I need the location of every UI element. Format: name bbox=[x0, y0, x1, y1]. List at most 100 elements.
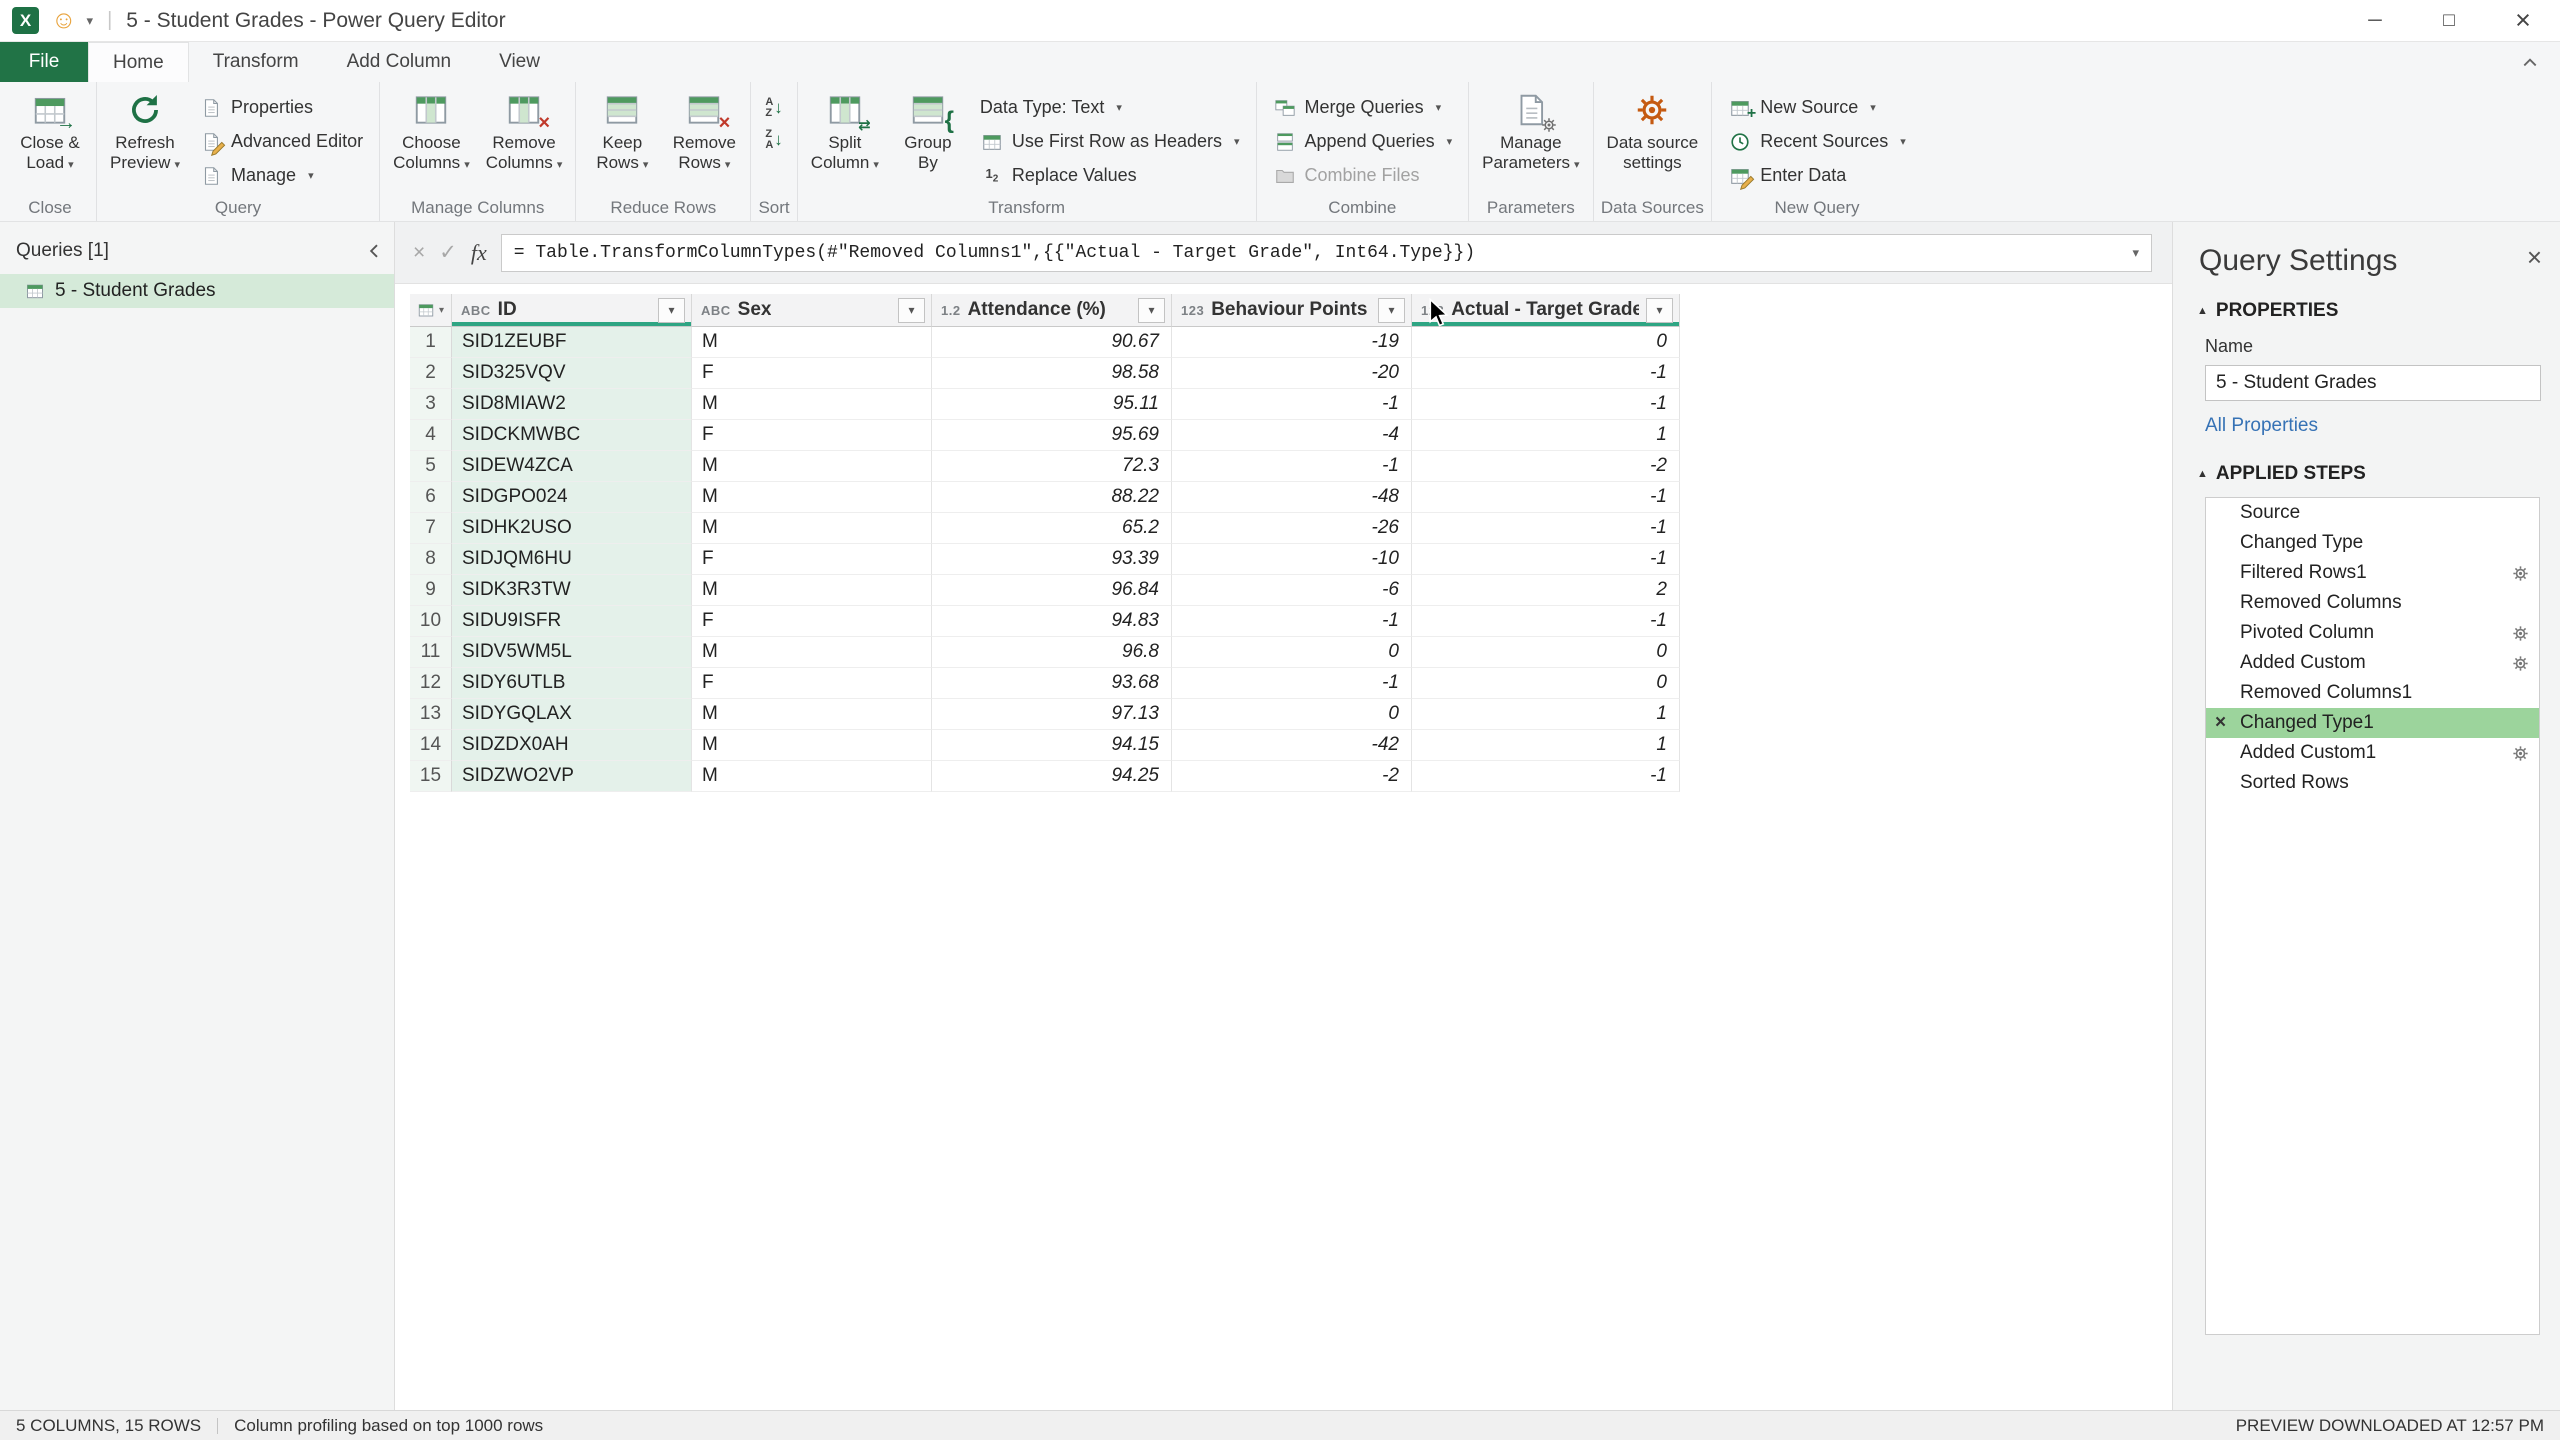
formula-input[interactable]: = Table.TransformColumnTypes(#"Removed C… bbox=[501, 234, 2152, 272]
applied-step[interactable]: ×Changed Type1 bbox=[2206, 708, 2539, 738]
filter-dropdown-icon[interactable]: ▾ bbox=[1646, 298, 1673, 323]
cell-attendance[interactable]: 98.58 bbox=[932, 358, 1172, 389]
cell-id[interactable]: SID1ZEUBF bbox=[452, 327, 692, 358]
cell-actual-target-grade[interactable]: -1 bbox=[1412, 606, 1680, 637]
cell-sex[interactable]: M bbox=[692, 761, 932, 792]
cell-sex[interactable]: M bbox=[692, 637, 932, 668]
cell-actual-target-grade[interactable]: -1 bbox=[1412, 761, 1680, 792]
data-type-button[interactable]: Data Type: Text ▾ bbox=[970, 91, 1250, 124]
keep-rows-button[interactable]: Keep Rows▾ bbox=[582, 86, 662, 174]
row-number[interactable]: 8 bbox=[410, 544, 452, 575]
applied-step[interactable]: Sorted Rows bbox=[2206, 768, 2539, 798]
smiley-feedback-icon[interactable]: ☺ bbox=[51, 8, 77, 33]
minimize-button[interactable]: ─ bbox=[2338, 0, 2412, 41]
remove-columns-button[interactable]: × Remove Columns▾ bbox=[479, 86, 570, 174]
column-header-id[interactable]: ABC ID ▾ bbox=[452, 294, 692, 327]
query-name-input[interactable] bbox=[2205, 365, 2541, 401]
cell-id[interactable]: SIDCKMWBC bbox=[452, 420, 692, 451]
cell-id[interactable]: SID325VQV bbox=[452, 358, 692, 389]
row-number[interactable]: 2 bbox=[410, 358, 452, 389]
cell-attendance[interactable]: 96.8 bbox=[932, 637, 1172, 668]
append-queries-button[interactable]: Append Queries ▾ bbox=[1263, 125, 1463, 158]
applied-step[interactable]: Removed Columns bbox=[2206, 588, 2539, 618]
tab-file[interactable]: File bbox=[0, 42, 88, 82]
cell-attendance[interactable]: 95.11 bbox=[932, 389, 1172, 420]
profiling-info[interactable]: Column profiling based on top 1000 rows bbox=[234, 1416, 543, 1436]
use-first-row-as-headers-button[interactable]: Use First Row as Headers ▾ bbox=[970, 125, 1250, 158]
cell-id[interactable]: SIDHK2USO bbox=[452, 513, 692, 544]
data-source-settings-button[interactable]: Data source settings bbox=[1600, 86, 1706, 174]
new-source-button[interactable]: + New Source ▾ bbox=[1718, 91, 1916, 124]
filter-dropdown-icon[interactable]: ▾ bbox=[658, 298, 685, 323]
close-settings-icon[interactable]: × bbox=[2527, 244, 2542, 270]
cell-behaviour-points[interactable]: -26 bbox=[1172, 513, 1412, 544]
cell-id[interactable]: SIDJQM6HU bbox=[452, 544, 692, 575]
row-number[interactable]: 4 bbox=[410, 420, 452, 451]
cell-attendance[interactable]: 94.83 bbox=[932, 606, 1172, 637]
collapse-queries-pane-icon[interactable] bbox=[367, 244, 380, 258]
row-number[interactable]: 11 bbox=[410, 637, 452, 668]
cell-sex[interactable]: M bbox=[692, 389, 932, 420]
all-properties-link[interactable]: All Properties bbox=[2173, 415, 2560, 437]
tab-transform[interactable]: Transform bbox=[189, 42, 323, 82]
cell-behaviour-points[interactable]: 0 bbox=[1172, 637, 1412, 668]
collapse-ribbon-icon[interactable] bbox=[2522, 42, 2560, 82]
cell-id[interactable]: SIDGPO024 bbox=[452, 482, 692, 513]
tab-home[interactable]: Home bbox=[88, 42, 189, 82]
cell-behaviour-points[interactable]: -19 bbox=[1172, 327, 1412, 358]
row-number[interactable]: 9 bbox=[410, 575, 452, 606]
cell-behaviour-points[interactable]: -42 bbox=[1172, 730, 1412, 761]
column-header-sex[interactable]: ABC Sex ▾ bbox=[692, 294, 932, 327]
cell-id[interactable]: SIDU9ISFR bbox=[452, 606, 692, 637]
row-number[interactable]: 10 bbox=[410, 606, 452, 637]
properties-button[interactable]: Properties bbox=[189, 91, 373, 124]
cell-id[interactable]: SIDZWO2VP bbox=[452, 761, 692, 792]
step-settings-gear-icon[interactable] bbox=[2511, 744, 2530, 763]
maximize-button[interactable]: □ bbox=[2412, 0, 2486, 41]
close-window-button[interactable]: × bbox=[2486, 0, 2560, 41]
cell-behaviour-points[interactable]: -10 bbox=[1172, 544, 1412, 575]
row-number[interactable]: 5 bbox=[410, 451, 452, 482]
cell-sex[interactable]: F bbox=[692, 420, 932, 451]
cell-behaviour-points[interactable]: -1 bbox=[1172, 389, 1412, 420]
cell-actual-target-grade[interactable]: 0 bbox=[1412, 327, 1680, 358]
row-number[interactable]: 7 bbox=[410, 513, 452, 544]
column-header-actual-target-grade[interactable]: 123 Actual - Target Grade ▾ bbox=[1412, 294, 1680, 327]
cell-attendance[interactable]: 96.84 bbox=[932, 575, 1172, 606]
row-number[interactable]: 3 bbox=[410, 389, 452, 420]
cell-actual-target-grade[interactable]: 0 bbox=[1412, 637, 1680, 668]
cell-attendance[interactable]: 93.68 bbox=[932, 668, 1172, 699]
cell-actual-target-grade[interactable]: -1 bbox=[1412, 513, 1680, 544]
cell-sex[interactable]: M bbox=[692, 730, 932, 761]
cell-id[interactable]: SIDY6UTLB bbox=[452, 668, 692, 699]
cell-sex[interactable]: M bbox=[692, 451, 932, 482]
filter-dropdown-icon[interactable]: ▾ bbox=[898, 298, 925, 323]
merge-queries-button[interactable]: Merge Queries ▾ bbox=[1263, 91, 1463, 124]
cell-attendance[interactable]: 65.2 bbox=[932, 513, 1172, 544]
cell-attendance[interactable]: 94.25 bbox=[932, 761, 1172, 792]
cell-id[interactable]: SIDYGQLAX bbox=[452, 699, 692, 730]
sort-ascending-button[interactable]: AZ↓ bbox=[757, 94, 790, 122]
cell-actual-target-grade[interactable]: 1 bbox=[1412, 420, 1680, 451]
cell-attendance[interactable]: 93.39 bbox=[932, 544, 1172, 575]
row-number[interactable]: 12 bbox=[410, 668, 452, 699]
row-number[interactable]: 15 bbox=[410, 761, 452, 792]
applied-step[interactable]: Added Custom bbox=[2206, 648, 2539, 678]
cell-actual-target-grade[interactable]: 2 bbox=[1412, 575, 1680, 606]
cell-attendance[interactable]: 72.3 bbox=[932, 451, 1172, 482]
group-by-button[interactable]: { Group By bbox=[888, 86, 968, 174]
commit-formula-icon[interactable]: ✓ bbox=[439, 240, 457, 265]
cell-actual-target-grade[interactable]: 0 bbox=[1412, 668, 1680, 699]
cell-behaviour-points[interactable]: -20 bbox=[1172, 358, 1412, 389]
cell-actual-target-grade[interactable]: 1 bbox=[1412, 730, 1680, 761]
cell-id[interactable]: SIDEW4ZCA bbox=[452, 451, 692, 482]
cell-sex[interactable]: F bbox=[692, 544, 932, 575]
applied-step[interactable]: Removed Columns1 bbox=[2206, 678, 2539, 708]
cell-sex[interactable]: M bbox=[692, 482, 932, 513]
cell-id[interactable]: SIDZDX0AH bbox=[452, 730, 692, 761]
step-settings-gear-icon[interactable] bbox=[2511, 654, 2530, 673]
cell-attendance[interactable]: 88.22 bbox=[932, 482, 1172, 513]
cell-actual-target-grade[interactable]: -1 bbox=[1412, 358, 1680, 389]
cell-id[interactable]: SID8MIAW2 bbox=[452, 389, 692, 420]
cell-actual-target-grade[interactable]: -2 bbox=[1412, 451, 1680, 482]
